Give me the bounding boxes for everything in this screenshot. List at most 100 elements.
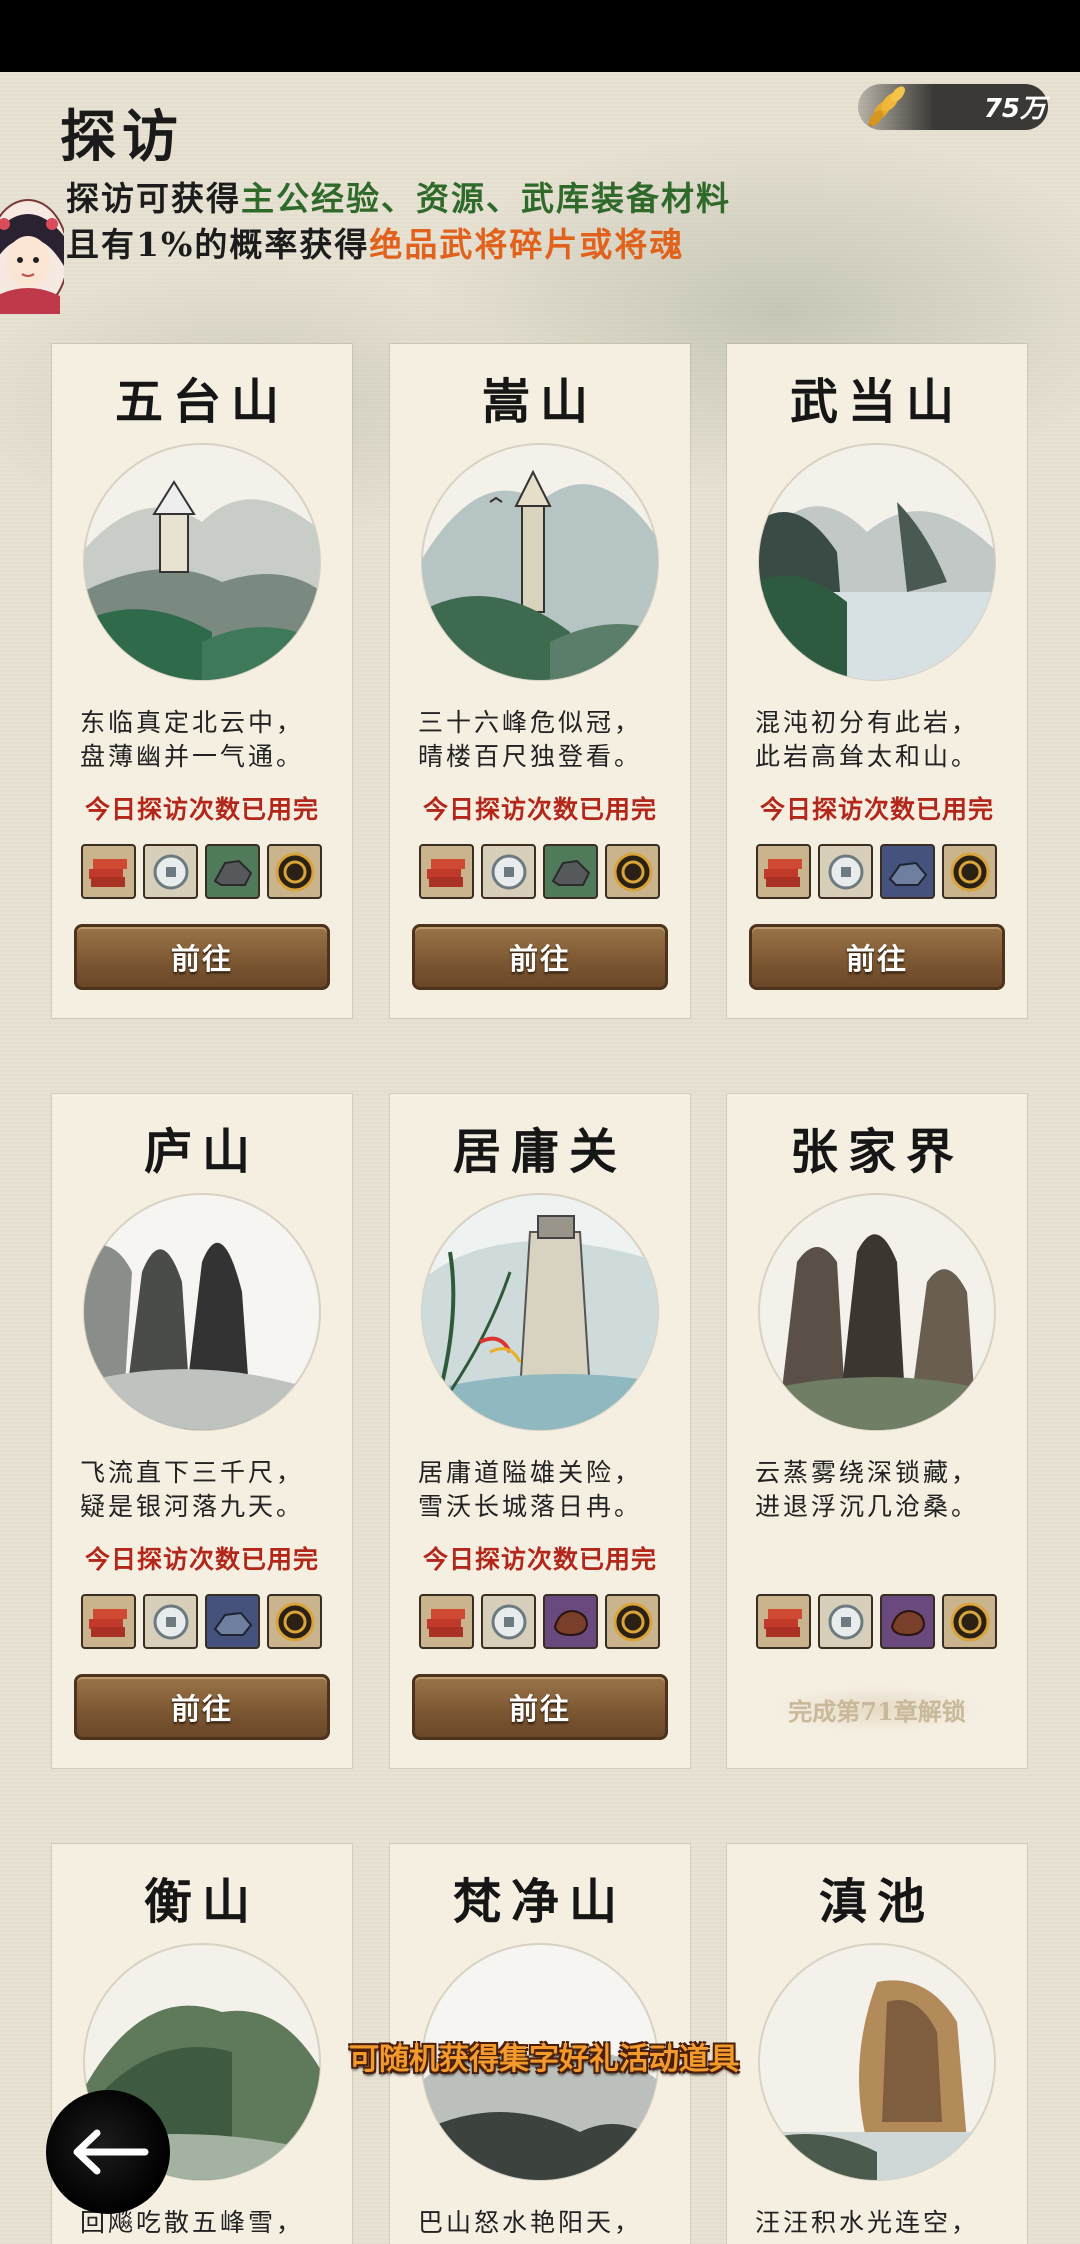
go-button[interactable]: 前往 bbox=[412, 924, 668, 990]
grain-currency-value: 75万 bbox=[983, 94, 1046, 124]
go-button[interactable]: 前往 bbox=[74, 924, 330, 990]
unlock-requirement: 完成第71章解锁 bbox=[749, 1678, 1005, 1740]
card-title: 滇池 bbox=[818, 1874, 935, 1930]
location-card-juyongguan: 居庸关 居庸道隘雄关险， 雪沃长城落日冉。 今日探访次数已用完 前往 bbox=[390, 1094, 690, 1768]
card-poem: 混沌初分有此岩， 此岩高耸太和山。 bbox=[755, 706, 1005, 774]
coin-icon[interactable] bbox=[481, 1594, 536, 1649]
card-title: 居庸关 bbox=[452, 1124, 627, 1180]
poem-line-2: 进退浮沉几沧桑。 bbox=[755, 1492, 980, 1521]
poem-line-2: 盘薄幽并一气通。 bbox=[80, 742, 305, 771]
token-icon[interactable] bbox=[942, 844, 997, 899]
songshan-painting bbox=[421, 443, 659, 681]
zhangjiajie-painting bbox=[758, 1193, 996, 1431]
coin-icon[interactable] bbox=[818, 844, 873, 899]
status-text: 今日探访次数已用完 bbox=[84, 1545, 319, 1574]
iron-icon[interactable] bbox=[205, 1594, 260, 1649]
ore-icon[interactable] bbox=[543, 844, 598, 899]
status-text: 今日探访次数已用完 bbox=[422, 795, 657, 824]
reward-list bbox=[419, 1594, 660, 1649]
juyongguan-painting bbox=[421, 1193, 659, 1431]
poem-line-1: 飞流直下三千尺， bbox=[80, 1458, 305, 1487]
dianchi-painting bbox=[758, 1943, 996, 2181]
reward-list bbox=[81, 1594, 322, 1649]
poem-line-2: 雪沃长城落日冉。 bbox=[418, 1492, 643, 1521]
iron-icon[interactable] bbox=[880, 844, 935, 899]
location-card-lushan: 庐山 飞流直下三千尺， 疑是银河落九天。 今日探访次数已用完 前往 bbox=[52, 1094, 352, 1768]
reward-list bbox=[756, 1594, 997, 1649]
advisor-avatar bbox=[0, 199, 64, 314]
reward-list bbox=[419, 844, 660, 899]
status-bar bbox=[0, 0, 1080, 72]
wood-icon[interactable] bbox=[756, 1594, 811, 1649]
status-text: 今日探访次数已用完 bbox=[759, 795, 994, 824]
card-title: 衡山 bbox=[143, 1874, 260, 1930]
wood-icon[interactable] bbox=[419, 844, 474, 899]
poem-line-1: 汪汪积水光连空， bbox=[755, 2208, 980, 2237]
card-poem: 云蒸雾绕深锁藏， 进退浮沉几沧桑。 bbox=[755, 1456, 1005, 1524]
card-title: 武当山 bbox=[789, 374, 964, 430]
go-button[interactable]: 前往 bbox=[749, 924, 1005, 990]
leather-icon[interactable] bbox=[543, 1594, 598, 1649]
card-title: 五台山 bbox=[114, 374, 289, 430]
coin-icon[interactable] bbox=[143, 844, 198, 899]
poem-line-1: 东临真定北云中， bbox=[80, 708, 305, 737]
event-banner: 可随机获得集字好礼活动道具 bbox=[349, 2042, 739, 2077]
status-text: 今日探访次数已用完 bbox=[422, 1545, 657, 1574]
page-title: 探访 bbox=[60, 104, 184, 170]
card-title: 张家界 bbox=[789, 1124, 964, 1180]
card-poem: 汪汪积水光连空， bbox=[755, 2206, 1005, 2240]
token-icon[interactable] bbox=[605, 844, 660, 899]
wutaishan-painting bbox=[83, 443, 321, 681]
location-card-zhangjiajie: 张家界 云蒸雾绕深锁藏， 进退浮沉几沧桑。 完成第71章解锁 bbox=[727, 1094, 1027, 1768]
token-icon[interactable] bbox=[267, 844, 322, 899]
intro-line-2-rare-rewards: 绝品武将碎片或将魂 bbox=[369, 225, 685, 264]
coin-icon[interactable] bbox=[818, 1594, 873, 1649]
location-card-songshan: 嵩山 三十六峰危似冠， 晴楼百尺独登看。 今日探访次数已用完 前往 bbox=[390, 344, 690, 1018]
card-poem: 居庸道隘雄关险， 雪沃长城落日冉。 bbox=[418, 1456, 668, 1524]
location-card-dianchi: 滇池 汪汪积水光连空， bbox=[727, 1844, 1027, 2244]
intro-line-1-prefix: 探访可获得 bbox=[66, 179, 241, 218]
back-arrow-icon bbox=[73, 2129, 149, 2175]
poem-line-2: 此岩高耸太和山。 bbox=[755, 742, 980, 771]
card-title: 梵净山 bbox=[452, 1874, 627, 1930]
poem-line-1: 云蒸雾绕深锁藏， bbox=[755, 1458, 980, 1487]
wood-icon[interactable] bbox=[81, 1594, 136, 1649]
location-card-wutaishan: 五台山 东临真定北云中， 盘薄幽并一气通。 今日探访次数已用完 前往 bbox=[52, 344, 352, 1018]
reward-list bbox=[756, 844, 997, 899]
status-text: 今日探访次数已用完 bbox=[84, 795, 319, 824]
back-button[interactable] bbox=[46, 2090, 170, 2214]
wood-icon[interactable] bbox=[81, 844, 136, 899]
lushan-painting bbox=[83, 1193, 321, 1431]
poem-line-2: 晴楼百尺独登看。 bbox=[418, 742, 643, 771]
wudangshan-painting bbox=[758, 443, 996, 681]
card-poem: 巴山怒水艳阳天， bbox=[418, 2206, 668, 2240]
token-icon[interactable] bbox=[942, 1594, 997, 1649]
card-title: 庐山 bbox=[143, 1124, 260, 1180]
coin-icon[interactable] bbox=[143, 1594, 198, 1649]
go-button[interactable]: 前往 bbox=[412, 1674, 668, 1740]
poem-line-1: 巴山怒水艳阳天， bbox=[418, 2208, 643, 2237]
coin-icon[interactable] bbox=[481, 844, 536, 899]
poem-line-1: 居庸道隘雄关险， bbox=[418, 1458, 643, 1487]
intro-line-2: 且有1%的概率获得绝品武将碎片或将魂 bbox=[66, 218, 684, 266]
token-icon[interactable] bbox=[605, 1594, 660, 1649]
intro-line-1-rewards: 主公经验、资源、武库装备材料 bbox=[241, 179, 731, 218]
location-card-wudangshan: 武当山 混沌初分有此岩， 此岩高耸太和山。 今日探访次数已用完 前往 bbox=[727, 344, 1027, 1018]
card-title: 嵩山 bbox=[481, 374, 598, 430]
card-poem: 东临真定北云中， 盘薄幽并一气通。 bbox=[80, 706, 330, 774]
go-button[interactable]: 前往 bbox=[74, 1674, 330, 1740]
poem-line-2: 疑是银河落九天。 bbox=[80, 1492, 305, 1521]
ore-icon[interactable] bbox=[205, 844, 260, 899]
token-icon[interactable] bbox=[267, 1594, 322, 1649]
wood-icon[interactable] bbox=[419, 1594, 474, 1649]
card-poem: 三十六峰危似冠， 晴楼百尺独登看。 bbox=[418, 706, 668, 774]
wheat-icon bbox=[868, 86, 905, 128]
intro-line-2-prefix: 且有1%的概率获得 bbox=[66, 225, 370, 264]
poem-line-1: 三十六峰危似冠， bbox=[418, 708, 643, 737]
card-poem: 飞流直下三千尺， 疑是银河落九天。 bbox=[80, 1456, 330, 1524]
reward-list bbox=[81, 844, 322, 899]
intro-line-1: 探访可获得主公经验、资源、武库装备材料 bbox=[66, 172, 731, 220]
leather-icon[interactable] bbox=[880, 1594, 935, 1649]
wood-icon[interactable] bbox=[756, 844, 811, 899]
poem-line-1: 混沌初分有此岩， bbox=[755, 708, 980, 737]
